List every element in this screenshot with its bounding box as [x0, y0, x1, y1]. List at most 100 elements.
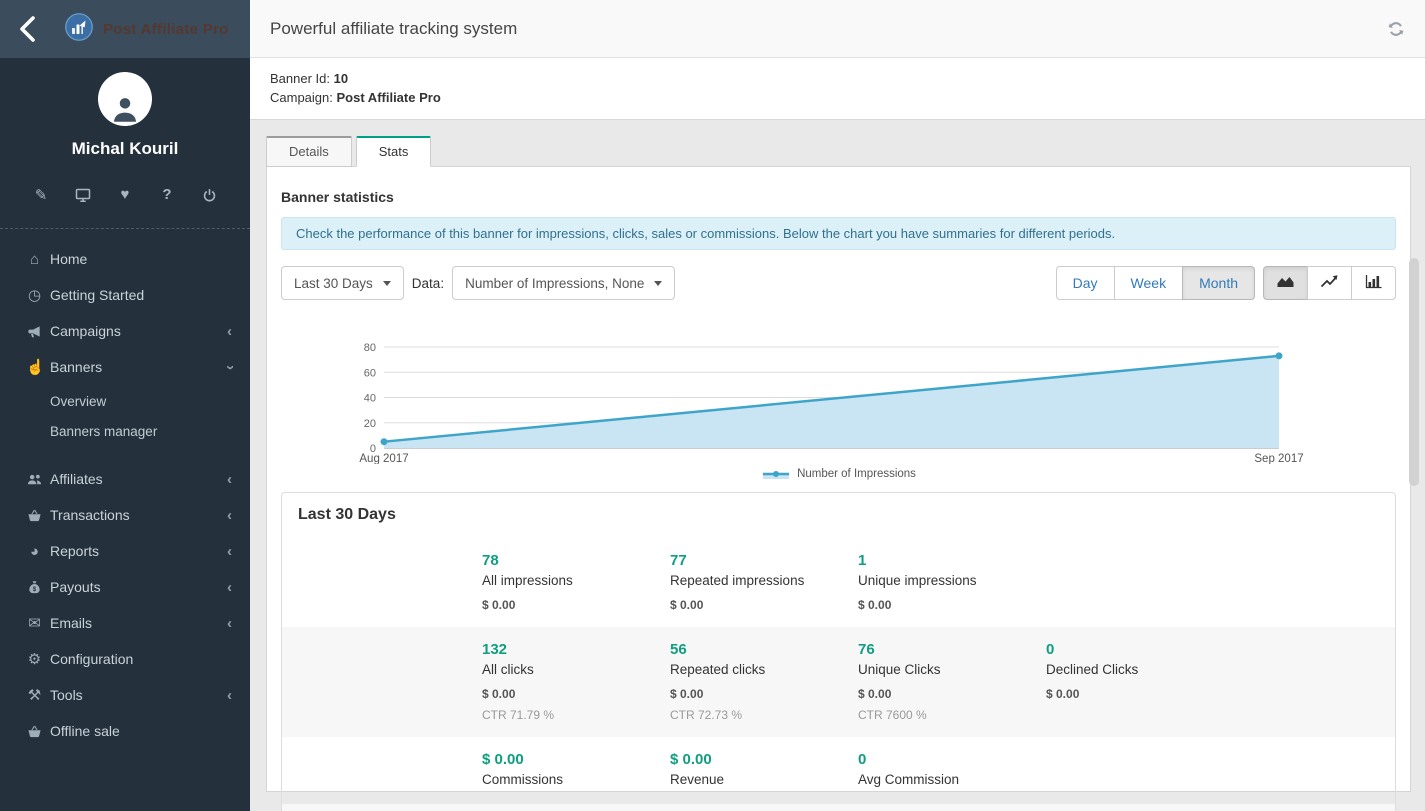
- tab-bar: DetailsStats: [266, 136, 1411, 167]
- sidebar-item-reports[interactable]: ◕ Reports ‹: [0, 533, 250, 569]
- sidebar-item-transactions[interactable]: Transactions‹: [0, 497, 250, 533]
- stat-value: $ 0.00: [482, 750, 670, 769]
- pencil-icon[interactable]: ✎: [30, 186, 52, 204]
- quick-actions: ✎ ♥?: [0, 186, 250, 204]
- chart-controls: Last 30 Days Data: Number of Impressions…: [281, 266, 1396, 300]
- scrollbar-thumb[interactable]: [1409, 258, 1419, 486]
- stat-money: $ 0.00: [670, 598, 858, 612]
- svg-text:60: 60: [364, 367, 376, 379]
- sidebar-item-affiliates[interactable]: Affiliates‹: [0, 461, 250, 497]
- chevron-left-icon: ‹: [227, 616, 232, 631]
- sidebar-item-banners-manager[interactable]: Banners manager: [0, 417, 250, 447]
- sidebar-item-label: Transactions: [50, 507, 130, 523]
- power-icon[interactable]: [198, 186, 220, 204]
- chevron-left-icon: ‹: [227, 544, 232, 559]
- chevron-left-icon: ‹: [227, 688, 232, 703]
- stat-label: Revenue: [670, 770, 858, 789]
- tools-icon: ⚒: [26, 688, 43, 703]
- sidebar-item-campaigns[interactable]: Campaigns‹: [0, 313, 250, 349]
- line-chart-button[interactable]: [1307, 266, 1352, 300]
- stat-ctr: CTR 72.73 %: [670, 708, 858, 722]
- sidebar-item-label: Offline sale: [50, 723, 120, 739]
- stat-value: 78: [482, 551, 670, 570]
- summary-row: $ 0.00Commissions$ 0.00Revenue0Avg Commi…: [282, 737, 1395, 804]
- chart-type-button-group: [1263, 266, 1396, 300]
- refresh-button[interactable]: [1387, 20, 1405, 38]
- stat-label: All impressions: [482, 571, 670, 590]
- info-alert: Check the performance of this banner for…: [281, 217, 1396, 250]
- avatar[interactable]: [98, 72, 152, 126]
- summary-row-partial: [282, 804, 1395, 811]
- sidebar: Post Affiliate Pro Michal Kouril ✎ ♥? ⌂ Ho…: [0, 0, 250, 811]
- stat-value: 76: [858, 640, 1046, 659]
- users-icon: [26, 471, 43, 487]
- summary-card: Last 30 Days 78All impressions$ 0.0077Re…: [281, 492, 1396, 811]
- sidebar-item-home[interactable]: ⌂ Home: [0, 241, 250, 277]
- caret-down-icon: [383, 281, 391, 286]
- topbar: Powerful affiliate tracking system: [250, 0, 1425, 58]
- tab-details[interactable]: Details: [266, 136, 352, 167]
- sidebar-item-payouts[interactable]: $Payouts‹: [0, 569, 250, 605]
- sidebar-item-label: Tools: [50, 687, 83, 703]
- period-button-week[interactable]: Week: [1114, 266, 1184, 300]
- home-icon: ⌂: [26, 252, 43, 267]
- svg-text:40: 40: [364, 393, 376, 405]
- stat-money: $ 0.00: [482, 687, 670, 701]
- sidebar-header: Post Affiliate Pro: [0, 0, 250, 58]
- stat-all-clicks: 132All clicks$ 0.00CTR 71.79 %: [482, 640, 670, 722]
- user-name: Michal Kouril: [0, 139, 250, 159]
- sidebar-item-label: Banners: [50, 359, 102, 375]
- chevron-left-icon: ‹: [227, 324, 232, 339]
- gear-icon: ⚙: [26, 652, 43, 667]
- sidebar-item-emails[interactable]: ✉Emails‹: [0, 605, 250, 641]
- stat-value: 56: [670, 640, 858, 659]
- stat-money: $ 0.00: [482, 598, 670, 612]
- stat-money: $ 0.00: [1046, 687, 1234, 701]
- view-controls: DayWeekMonth: [1056, 266, 1396, 300]
- basket-icon: [26, 723, 43, 739]
- heartbeat-icon[interactable]: ♥: [114, 186, 136, 204]
- sidebar-item-offline-sale[interactable]: Offline sale: [0, 713, 250, 749]
- stat-label: Unique Clicks: [858, 660, 1046, 679]
- stat-label: Repeated clicks: [670, 660, 858, 679]
- area-chart-button[interactable]: [1263, 266, 1308, 300]
- stopwatch-icon: ◷: [26, 288, 43, 303]
- range-select[interactable]: Last 30 Days: [281, 266, 404, 300]
- stat-value: 0: [858, 750, 1046, 769]
- stat-value: 0: [1046, 640, 1234, 659]
- page: Post Affiliate Pro Michal Kouril ✎ ♥? ⌂ Ho…: [0, 0, 1425, 811]
- sidebar-item-label: Getting Started: [50, 287, 144, 303]
- hand-pointer-icon: ☝: [26, 360, 43, 375]
- stat-ctr: CTR 71.79 %: [482, 708, 670, 722]
- period-button-day[interactable]: Day: [1056, 266, 1115, 300]
- svg-text:20: 20: [364, 418, 376, 430]
- sidebar-item-banners[interactable]: ☝Banners‹: [0, 349, 250, 385]
- sidebar-item-getting-started[interactable]: ◷ Getting Started: [0, 277, 250, 313]
- summary-rows: 78All impressions$ 0.0077Repeated impres…: [282, 538, 1395, 804]
- chevron-left-icon: ‹: [227, 580, 232, 595]
- caret-down-icon: [654, 281, 662, 286]
- period-button-group: DayWeekMonth: [1056, 266, 1255, 300]
- pie-chart-icon: ◕: [26, 544, 43, 559]
- sidebar-item-label: Home: [50, 251, 87, 267]
- help-icon[interactable]: ?: [156, 186, 178, 204]
- monitor-icon[interactable]: [72, 186, 94, 204]
- bar-chart-button[interactable]: [1351, 266, 1396, 300]
- tab-stats[interactable]: Stats: [356, 136, 432, 167]
- stats-panel: Banner statistics Check the performance …: [266, 166, 1411, 792]
- sidebar-item-overview[interactable]: Overview: [0, 387, 250, 417]
- sidebar-item-tools[interactable]: ⚒ Tools ‹: [0, 677, 250, 713]
- sidebar-item-label: Reports: [50, 543, 99, 559]
- money-bag-icon: $: [26, 579, 43, 595]
- megaphone-icon: [26, 323, 43, 339]
- main-area: Powerful affiliate tracking system Banne…: [250, 0, 1425, 811]
- brand: Post Affiliate Pro: [64, 12, 229, 47]
- sidebar-item-configuration[interactable]: ⚙Configuration: [0, 641, 250, 677]
- stat-label: Repeated impressions: [670, 571, 858, 590]
- bar-chart-icon: [1364, 274, 1383, 292]
- period-button-month[interactable]: Month: [1182, 266, 1255, 300]
- data-select[interactable]: Number of Impressions, None: [452, 266, 675, 300]
- back-button[interactable]: [16, 14, 40, 44]
- banner-id-label: Banner Id:: [270, 71, 330, 86]
- sidebar-item-label: Affiliates: [50, 471, 103, 487]
